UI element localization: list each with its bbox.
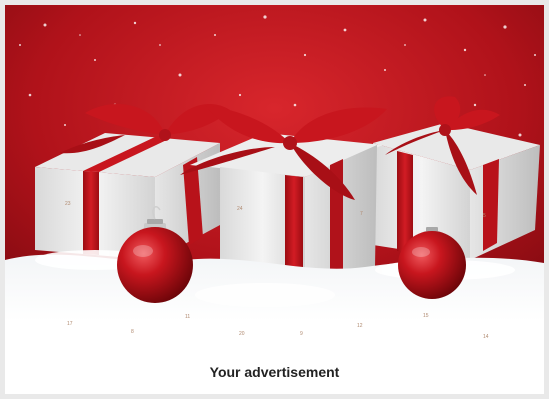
day-number[interactable]: 11	[185, 314, 190, 320]
day-number[interactable]: 23	[65, 201, 71, 207]
day-number[interactable]: 24	[237, 206, 243, 212]
day-number[interactable]: 8	[131, 329, 134, 335]
day-number[interactable]: 17	[67, 321, 73, 327]
day-number[interactable]: 7	[360, 211, 363, 217]
day-number[interactable]: 12	[357, 323, 363, 329]
advertisement-image[interactable]: 24 23 7 5 17 8 11 20 9 12 15 14	[5, 5, 544, 350]
day-number[interactable]: 15	[423, 313, 429, 319]
day-number[interactable]: 9	[300, 331, 303, 337]
day-number[interactable]: 20	[239, 331, 245, 337]
day-number[interactable]: 5	[483, 213, 486, 219]
advertisement-caption: Your advertisement	[209, 364, 340, 380]
day-number[interactable]: 14	[483, 334, 489, 340]
advertisement-card[interactable]: 24 23 7 5 17 8 11 20 9 12 15 14 Your adv…	[5, 5, 544, 394]
